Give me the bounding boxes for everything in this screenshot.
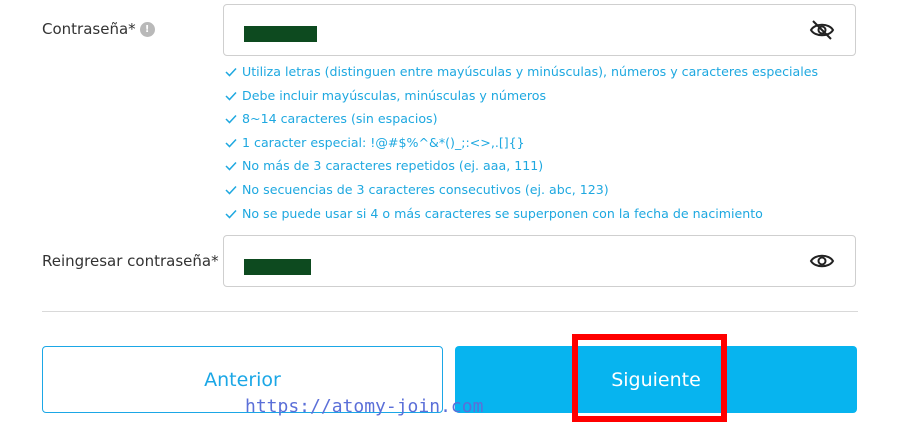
- check-icon: [225, 209, 237, 219]
- eye-slash-icon[interactable]: [809, 19, 835, 41]
- previous-button-label: Anterior: [204, 368, 281, 391]
- rule-item: No secuencias de 3 caracteres consecutiv…: [224, 181, 818, 205]
- password-rules-list: Utiliza letras (distinguen entre mayúscu…: [224, 63, 818, 228]
- check-icon: [225, 115, 237, 124]
- confirm-password-label: Reingresar contraseña*: [42, 252, 219, 270]
- divider: [42, 311, 858, 312]
- confirm-password-masked-value: [244, 259, 311, 275]
- check-icon: [225, 162, 237, 171]
- info-icon[interactable]: !: [139, 22, 155, 37]
- password-label: Contraseña*!: [42, 20, 155, 38]
- password-field[interactable]: [223, 4, 856, 56]
- rule-item: Debe incluir mayúsculas, minúsculas y nú…: [224, 87, 818, 111]
- rule-item: 8~14 caracteres (sin espacios): [224, 110, 818, 134]
- highlight-box: [572, 334, 727, 422]
- rule-item: No se puede usar si 4 o más caracteres s…: [224, 205, 818, 229]
- rule-item: Utiliza letras (distinguen entre mayúscu…: [224, 63, 818, 87]
- watermark: https://atomy-join.com: [245, 396, 484, 417]
- check-icon: [225, 138, 237, 148]
- eye-icon[interactable]: [809, 250, 835, 272]
- password-label-text: Contraseña*: [42, 20, 136, 38]
- confirm-password-label-text: Reingresar contraseña*: [42, 252, 219, 270]
- password-masked-value: [244, 26, 317, 42]
- check-icon: [225, 67, 237, 77]
- rule-item: 1 caracter especial: !@#$%^&*()_;:<>,.[]…: [224, 134, 818, 158]
- rule-item: No más de 3 caracteres repetidos (ej. aa…: [224, 157, 818, 181]
- check-icon: [225, 91, 237, 101]
- check-icon: [225, 185, 237, 195]
- confirm-password-field[interactable]: [223, 235, 856, 287]
